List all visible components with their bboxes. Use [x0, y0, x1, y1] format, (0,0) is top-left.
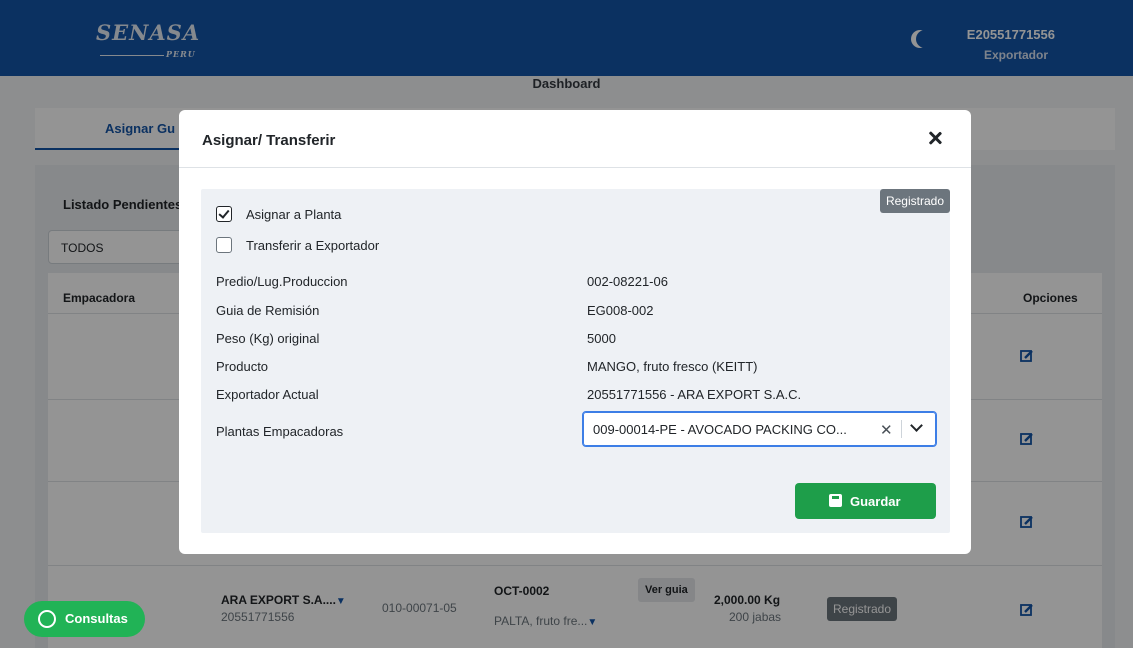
- field-label-peso: Peso (Kg) original: [216, 331, 320, 346]
- field-label-exportador: Exportador Actual: [216, 387, 319, 402]
- modal-header: Asignar/ Transferir: [179, 110, 971, 168]
- field-value-peso: 5000: [587, 331, 616, 346]
- close-icon[interactable]: [925, 128, 945, 148]
- assign-form: Registrado Asignar a Planta Transferir a…: [201, 189, 950, 533]
- field-value-producto: MANGO, fruto fresco (KEITT): [587, 359, 758, 374]
- status-badge: Registrado: [879, 189, 950, 213]
- save-label: Guardar: [850, 494, 901, 509]
- field-label-predio: Predio/Lug.Produccion: [216, 274, 348, 289]
- plantas-empacadoras-select[interactable]: 009-00014-PE - AVOCADO PACKING CO... ✕: [582, 411, 937, 447]
- clear-icon[interactable]: ✕: [880, 421, 893, 439]
- field-value-guia: EG008-002: [587, 303, 654, 318]
- consultas-button[interactable]: Consultas: [24, 601, 145, 637]
- select-separator: [901, 420, 902, 438]
- save-button[interactable]: Guardar: [795, 483, 936, 519]
- asignar-planta-label[interactable]: Asignar a Planta: [246, 207, 341, 222]
- field-value-exportador: 20551771556 - ARA EXPORT S.A.C.: [587, 387, 802, 402]
- transferir-exportador-label[interactable]: Transferir a Exportador: [246, 238, 379, 253]
- floppy-disk-icon: [829, 494, 842, 507]
- transferir-exportador-checkbox[interactable]: [216, 237, 232, 253]
- whatsapp-icon: [38, 610, 56, 628]
- assign-transfer-modal: Asignar/ Transferir Registrado Asignar a…: [179, 110, 971, 554]
- field-label-producto: Producto: [216, 359, 269, 374]
- consultas-label: Consultas: [65, 611, 128, 626]
- chevron-down-icon[interactable]: [910, 419, 923, 432]
- select-value: 009-00014-PE - AVOCADO PACKING CO...: [593, 422, 847, 437]
- field-label-guia: Guia de Remisión: [216, 303, 320, 318]
- modal-title: Asignar/ Transferir: [202, 132, 336, 149]
- plantas-label: Plantas Empacadoras: [216, 424, 344, 439]
- field-value-predio: 002-08221-06: [587, 274, 668, 289]
- asignar-planta-checkbox[interactable]: [216, 206, 232, 222]
- checkmark-icon: [218, 207, 230, 219]
